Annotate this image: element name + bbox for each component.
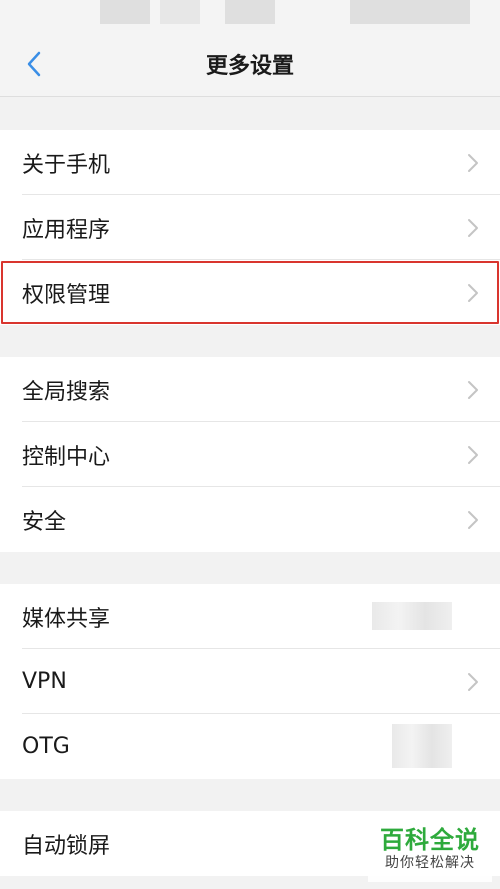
chevron-right-icon — [468, 154, 478, 172]
settings-item-permission-management[interactable]: 权限管理 — [0, 260, 500, 325]
settings-item-label: 关于手机 — [22, 152, 111, 178]
settings-item-label: 安全 — [22, 509, 67, 535]
status-bar-blur — [350, 0, 470, 24]
settings-item-label: VPN — [22, 669, 67, 694]
status-bar-blur — [100, 0, 150, 24]
settings-item-label: 控制中心 — [22, 444, 111, 470]
settings-item-media-sharing[interactable]: 媒体共享 — [0, 584, 500, 649]
settings-item-applications[interactable]: 应用程序 — [0, 195, 500, 260]
settings-group-1: 关于手机 应用程序 权限管理 — [0, 130, 500, 325]
chevron-right-icon — [468, 446, 478, 464]
chevron-right-icon — [468, 511, 478, 529]
settings-item-label: OTG — [22, 734, 70, 759]
settings-item-label: 权限管理 — [22, 282, 111, 308]
settings-item-security[interactable]: 安全 — [0, 487, 500, 552]
blurred-value — [372, 602, 452, 630]
chevron-right-icon — [468, 219, 478, 237]
settings-item-label: 媒体共享 — [22, 606, 111, 632]
watermark-logo: 百科全说 助你轻松解决 — [368, 822, 492, 882]
chevron-right-icon — [468, 381, 478, 399]
settings-item-label: 全局搜索 — [22, 379, 111, 405]
status-bar-blur — [160, 0, 200, 24]
settings-group-3: 媒体共享 VPN OTG — [0, 584, 500, 779]
settings-item-otg[interactable]: OTG — [0, 714, 500, 779]
settings-group-2: 全局搜索 控制中心 安全 — [0, 357, 500, 552]
watermark-subtitle: 助你轻松解决 — [385, 855, 475, 871]
settings-item-global-search[interactable]: 全局搜索 — [0, 357, 500, 422]
settings-item-about-phone[interactable]: 关于手机 — [0, 130, 500, 195]
blurred-value — [392, 724, 452, 768]
page-title: 更多设置 — [205, 54, 294, 79]
navigation-bar: 更多设置 — [0, 28, 500, 97]
settings-item-label: 自动锁屏 — [22, 833, 111, 859]
chevron-right-icon — [468, 673, 478, 691]
status-bar-blur — [225, 0, 275, 24]
chevron-right-icon — [468, 284, 478, 302]
settings-item-label: 应用程序 — [22, 217, 111, 243]
watermark-title: 百科全说 — [380, 826, 480, 854]
settings-item-control-center[interactable]: 控制中心 — [0, 422, 500, 487]
status-bar — [0, 0, 500, 28]
settings-item-vpn[interactable]: VPN — [0, 649, 500, 714]
